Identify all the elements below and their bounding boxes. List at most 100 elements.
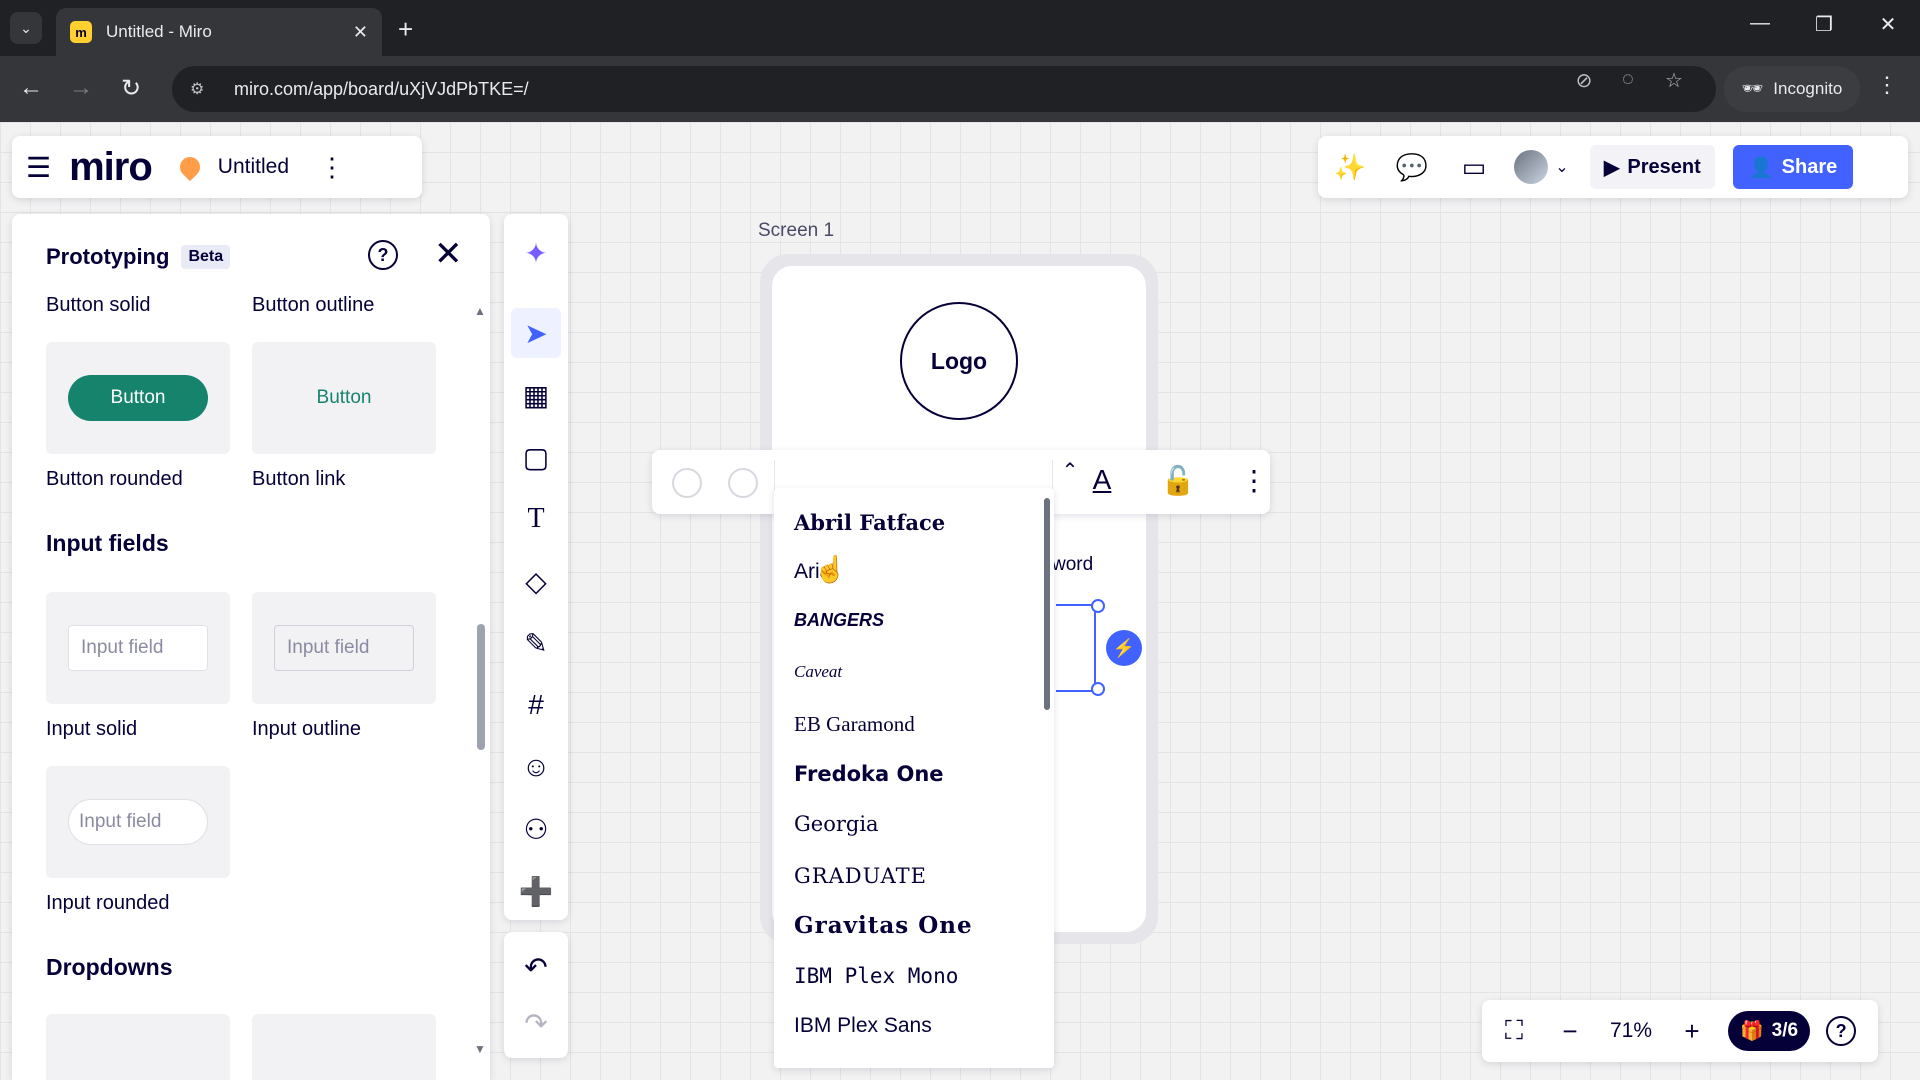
reactions-icon[interactable]: ✨ xyxy=(1328,152,1372,183)
font-option[interactable]: BANGERS xyxy=(794,610,884,631)
url-text: miro.com/app/board/uXjVJdPbTKE=/ xyxy=(234,78,529,99)
resize-handle-top[interactable] xyxy=(1091,599,1105,613)
password-label-fragment[interactable]: word xyxy=(1052,554,1093,576)
pages-button[interactable]: 🎁 3/6 xyxy=(1728,1011,1811,1051)
window-close-icon[interactable]: ✕ xyxy=(1868,12,1908,37)
chevron-down-icon[interactable]: ⌄ xyxy=(1552,157,1572,177)
location-pin-icon xyxy=(175,152,204,182)
panel-title: Prototyping xyxy=(46,244,170,269)
eye-off-icon[interactable]: ◌ xyxy=(1610,68,1646,91)
camera-blocked-icon[interactable]: ⊘ xyxy=(1566,68,1602,93)
font-option[interactable]: Gravitas One xyxy=(794,912,973,939)
zoom-level[interactable]: 71% xyxy=(1606,1019,1656,1043)
templates-icon[interactable]: ▦ xyxy=(511,370,561,420)
help-icon[interactable]: ? xyxy=(1826,1016,1857,1046)
sticker-icon[interactable]: ☺ xyxy=(511,742,561,792)
input-outline-preview: Input field xyxy=(274,625,414,671)
select-cursor-icon[interactable]: ➤ xyxy=(511,308,561,358)
text-color-icon[interactable]: A xyxy=(1084,464,1120,496)
more-options-icon[interactable]: ⋮ xyxy=(1236,464,1272,497)
redo-icon[interactable]: ↷ xyxy=(511,998,561,1048)
incognito-icon: 🕶 xyxy=(1741,79,1764,98)
tab-title: Untitled - Miro xyxy=(106,22,212,41)
site-settings-icon[interactable]: ⚙ xyxy=(190,79,212,99)
input-solid-preview: Input field xyxy=(68,625,208,671)
browser-tab[interactable]: m Untitled - Miro ✕ xyxy=(56,8,382,56)
incognito-badge[interactable]: 🕶 Incognito xyxy=(1724,66,1860,112)
scroll-down-icon[interactable]: ▼ xyxy=(474,1042,486,1056)
pen-icon[interactable]: ✎ xyxy=(511,618,561,668)
reload-icon[interactable]: ↻ xyxy=(116,74,146,103)
address-bar-row: ← → ↻ ⚙ miro.com/app/board/uXjVJdPbTKE=/… xyxy=(0,56,1920,122)
browser-menu-icon[interactable]: ⋮ xyxy=(1876,72,1898,98)
input-rounded-tile[interactable]: Input field xyxy=(46,766,230,878)
shapes-icon[interactable]: ◇ xyxy=(511,556,561,606)
undo-icon[interactable]: ↶ xyxy=(511,942,561,992)
share-label: Share xyxy=(1781,155,1838,178)
share-button[interactable]: 👤 Share xyxy=(1732,145,1854,189)
incognito-label: Incognito xyxy=(1773,79,1843,98)
chevron-up-icon[interactable]: ⌃ xyxy=(1052,458,1088,483)
sticky-note-icon[interactable]: ▢ xyxy=(511,432,561,482)
interaction-bolt-icon[interactable]: ⚡ xyxy=(1106,630,1142,666)
dropdown-tile-1[interactable] xyxy=(46,1014,230,1080)
button-rounded-tile[interactable]: Button xyxy=(46,342,230,454)
prototyping-shapes-icon[interactable]: ⚇ xyxy=(511,804,561,854)
add-more-icon[interactable]: ➕ xyxy=(511,866,561,916)
miro-logo[interactable]: miro xyxy=(69,145,153,190)
zoom-out-icon[interactable]: − xyxy=(1550,1016,1590,1047)
font-option[interactable]: Abril Fatface xyxy=(794,510,945,535)
beta-badge: Beta xyxy=(181,245,231,269)
font-list-scrollbar[interactable] xyxy=(1044,498,1050,710)
font-option[interactable]: IBM Plex Sans xyxy=(794,1014,932,1038)
gift-icon: 🎁 xyxy=(1740,1021,1764,1042)
user-icon: 👤 xyxy=(1748,156,1774,179)
input-outline-tile[interactable]: Input field xyxy=(252,592,436,704)
panel-scrollbar[interactable] xyxy=(477,624,485,750)
main-menu-icon[interactable]: ☰ xyxy=(26,151,51,184)
back-icon[interactable]: ← xyxy=(16,74,46,102)
new-tab-icon[interactable]: + xyxy=(398,14,413,45)
avatar[interactable] xyxy=(1514,150,1548,184)
font-option[interactable]: Caveat xyxy=(794,662,842,682)
zoom-in-icon[interactable]: + xyxy=(1672,1016,1712,1047)
logo-placeholder[interactable]: Logo xyxy=(900,302,1018,420)
board-title[interactable]: Untitled xyxy=(218,155,289,179)
text-tool-icon[interactable]: T xyxy=(511,494,561,544)
url-field[interactable]: ⚙ miro.com/app/board/uXjVJdPbTKE=/ xyxy=(172,66,1716,112)
input-solid-tile[interactable]: Input field xyxy=(46,592,230,704)
board-more-icon[interactable]: ⋮ xyxy=(319,152,345,183)
help-icon[interactable]: ? xyxy=(368,240,398,270)
scroll-up-icon[interactable]: ▲ xyxy=(474,304,486,318)
minimize-icon[interactable]: — xyxy=(1740,12,1780,35)
present-button[interactable]: ▶ Present xyxy=(1590,145,1715,189)
frame-label[interactable]: Screen 1 xyxy=(758,220,834,242)
font-option[interactable]: IBM Plex Mono xyxy=(794,964,958,988)
comments-icon[interactable]: 💬 xyxy=(1390,152,1434,183)
browser-tab-bar: ⌄ m Untitled - Miro ✕ + — ❐ ✕ xyxy=(0,0,1920,56)
fit-to-screen-icon[interactable]: ⛶ xyxy=(1494,1015,1534,1047)
label-input-solid: Input solid xyxy=(46,718,138,740)
selection-box[interactable] xyxy=(1056,604,1096,692)
bookmark-star-icon[interactable]: ☆ xyxy=(1656,68,1692,93)
video-icon[interactable]: ▭ xyxy=(1452,152,1496,183)
section-dropdowns: Dropdowns xyxy=(46,954,173,980)
undo-redo-box: ↶ ↷ xyxy=(504,932,568,1058)
dropdown-tile-2[interactable] xyxy=(252,1014,436,1080)
fill-color-swatch[interactable] xyxy=(672,468,702,498)
font-option[interactable]: Fredoka One xyxy=(794,762,944,786)
border-color-swatch[interactable] xyxy=(728,468,758,498)
restore-icon[interactable]: ❐ xyxy=(1804,12,1844,37)
font-option[interactable]: GRADUATE xyxy=(794,864,927,888)
frame-icon[interactable]: # xyxy=(511,680,561,730)
font-option[interactable]: EB Garamond xyxy=(794,712,915,737)
tab-search-icon[interactable]: ⌄ xyxy=(10,12,42,44)
panel-close-icon[interactable]: ✕ xyxy=(434,234,463,274)
resize-handle-bottom[interactable] xyxy=(1091,682,1105,696)
button-link-tile[interactable]: Button xyxy=(252,342,436,454)
forward-icon[interactable]: → xyxy=(66,74,96,102)
tab-close-icon[interactable]: ✕ xyxy=(353,22,368,43)
ai-sparkle-icon[interactable]: ✦ xyxy=(511,228,561,278)
font-option[interactable]: Georgia xyxy=(794,812,879,836)
lock-icon[interactable]: 🔓 xyxy=(1160,464,1196,497)
